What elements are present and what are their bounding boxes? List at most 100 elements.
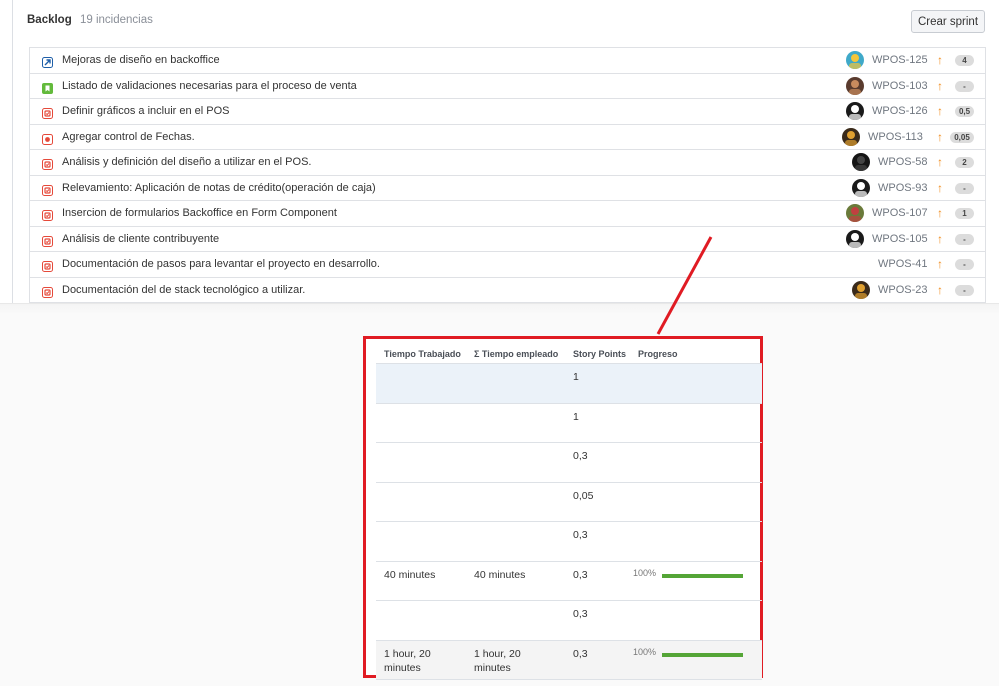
- task-icon: [42, 285, 53, 298]
- estimate-badge: -: [955, 233, 974, 245]
- estimate-badge: 0,05: [950, 131, 974, 143]
- assignee-avatar[interactable]: [852, 178, 870, 197]
- cell-story-points: 1: [573, 410, 579, 423]
- cell-story-points: 0,3: [573, 608, 588, 620]
- screen-separator: [0, 303, 999, 313]
- task-icon: [42, 208, 53, 221]
- issue-summary[interactable]: Documentación de pasos para levantar el …: [62, 258, 380, 270]
- assignee-avatar[interactable]: [842, 127, 860, 146]
- estimate-badge: -: [955, 284, 974, 296]
- task-icon: [42, 234, 53, 247]
- task-icon: [42, 106, 53, 119]
- table-row[interactable]: 1 hour, 20 minutes 1 hour, 20 minutes 0,3 1…: [376, 640, 762, 680]
- issue-summary[interactable]: Agregar control de Fechas.: [62, 131, 195, 143]
- cell-story-points: 0,3: [573, 647, 588, 660]
- issue-key[interactable]: WPOS-126: [872, 105, 928, 117]
- progress-bar: [662, 652, 743, 657]
- estimate-badge: -: [955, 80, 974, 92]
- issue-key[interactable]: WPOS-103: [872, 80, 928, 92]
- estimate-badge: -: [955, 182, 974, 194]
- assignee-avatar[interactable]: [846, 76, 864, 95]
- issue-summary[interactable]: Análisis de cliente contribuyente: [62, 233, 219, 245]
- cell-story-points: 1: [573, 371, 579, 383]
- table-row[interactable]: 1: [376, 364, 762, 404]
- priority-arrow-icon: ↑: [937, 231, 943, 246]
- issue-row[interactable]: Insercion de formularios Backoffice en F…: [29, 201, 986, 227]
- assignee-avatar[interactable]: [852, 153, 870, 171]
- issue-summary[interactable]: Insercion de formularios Backoffice en F…: [62, 207, 337, 219]
- progress-bar-fill: [662, 573, 743, 578]
- table-row[interactable]: 0,05: [376, 483, 762, 522]
- issue-row[interactable]: Relevamiento: Aplicación de notas de cré…: [29, 175, 986, 201]
- table-row[interactable]: 40 minutes 40 minutes 0,3 100%: [376, 562, 762, 601]
- assignee-avatar[interactable]: [846, 229, 864, 248]
- issue-summary[interactable]: Mejoras de diseño en backoffice: [62, 54, 220, 66]
- issue-list: Mejoras de diseño en backoffice WPOS-125 ↑…: [29, 47, 986, 311]
- header-progreso[interactable]: Progreso: [638, 349, 678, 359]
- backlog-title: Backlog: [27, 14, 72, 26]
- header-tiempo-trabajado[interactable]: Tiempo Trabajado: [384, 349, 461, 359]
- assignee-avatar[interactable]: [846, 204, 864, 222]
- issue-row[interactable]: Agregar control de Fechas. WPOS-113 ↑ 0,05: [29, 124, 986, 150]
- cell-tiempo-trabajado: 1 hour, 20 minutes: [384, 647, 431, 675]
- issue-summary[interactable]: Relevamiento: Aplicación de notas de cré…: [62, 182, 376, 194]
- cell-tiempo-trabajado: 40 minutes: [384, 568, 436, 581]
- estimate-badge: 2: [955, 157, 974, 168]
- task-icon: [42, 157, 53, 170]
- issue-key[interactable]: WPOS-58: [878, 156, 928, 168]
- table-header-row: Tiempo Trabajado Σ Tiempo empleado Story…: [376, 343, 762, 364]
- backlog-issue-count: 19 incidencias: [79, 14, 153, 26]
- story-icon: [42, 81, 53, 94]
- issue-key[interactable]: WPOS-23: [878, 284, 928, 296]
- task-icon: [42, 259, 53, 272]
- issue-summary[interactable]: Definir gráficos a incluir en el POS: [62, 105, 230, 117]
- priority-arrow-icon: ↑: [937, 104, 943, 118]
- panel-divider: [12, 0, 13, 303]
- issue-row[interactable]: Listado de validaciones necesarias para …: [29, 73, 986, 99]
- issue-key[interactable]: WPOS-125: [872, 54, 928, 66]
- issue-summary[interactable]: Documentación del de stack tecnológico a…: [62, 284, 305, 296]
- table-row[interactable]: 0,3: [376, 443, 762, 483]
- cell-story-points: 0,3: [573, 529, 588, 541]
- backlog-panel: Backlog 19 incidencias Crear sprint Mejo…: [0, 0, 999, 313]
- header-tiempo-empleado[interactable]: Σ Tiempo empleado: [474, 349, 558, 359]
- priority-arrow-icon: ↑: [937, 180, 943, 195]
- create-sprint-button[interactable]: Crear sprint: [911, 10, 985, 33]
- cell-story-points: 0,05: [573, 489, 594, 502]
- issue-row[interactable]: Análisis y definición del diseño a utili…: [29, 150, 986, 176]
- assignee-avatar[interactable]: [852, 280, 870, 299]
- progress-percent: 100%: [633, 646, 657, 657]
- issue-row[interactable]: Documentación del de stack tecnológico a…: [29, 277, 986, 303]
- estimate-badge: 4: [955, 55, 974, 66]
- issue-summary[interactable]: Análisis y definición del diseño a utili…: [62, 156, 311, 168]
- issue-row[interactable]: Análisis de cliente contribuyente WPOS-10…: [29, 226, 986, 252]
- task-icon: [42, 183, 53, 196]
- table-row[interactable]: 0,3: [376, 601, 762, 641]
- assignee-avatar[interactable]: [846, 51, 864, 69]
- improvement-icon: [42, 55, 53, 68]
- progress-bar-fill: [662, 652, 743, 657]
- issue-key[interactable]: WPOS-93: [878, 182, 928, 194]
- issue-summary[interactable]: Listado de validaciones necesarias para …: [62, 80, 357, 92]
- table-body: 1 1 0,3 0,05 0,3 40 minutes 40 minutes 0,3 100% 0…: [376, 364, 762, 680]
- priority-arrow-icon: ↑: [937, 53, 943, 67]
- estimate-badge: 1: [955, 208, 974, 219]
- issue-row[interactable]: Documentación de pasos para levantar el …: [29, 252, 986, 278]
- issue-key[interactable]: WPOS-107: [872, 207, 928, 219]
- table-row[interactable]: 0,3: [376, 522, 762, 562]
- table-row[interactable]: 1: [376, 404, 762, 443]
- priority-arrow-icon: ↑: [937, 129, 943, 144]
- assignee-avatar[interactable]: [846, 102, 864, 120]
- progress-bar: [662, 573, 743, 578]
- issue-row[interactable]: Mejoras de diseño en backoffice WPOS-125 ↑…: [29, 48, 986, 74]
- issue-key[interactable]: WPOS-41: [878, 258, 928, 270]
- issue-key[interactable]: WPOS-105: [872, 233, 928, 245]
- detail-table: Tiempo Trabajado Σ Tiempo empleado Story…: [376, 343, 762, 680]
- priority-arrow-icon: ↑: [937, 78, 943, 93]
- issue-key[interactable]: WPOS-113: [868, 131, 923, 143]
- estimate-badge: 0,5: [955, 106, 974, 117]
- header-story-points[interactable]: Story Points: [573, 349, 626, 359]
- issue-row[interactable]: Definir gráficos a incluir en el POS WPOS…: [29, 99, 986, 125]
- priority-arrow-icon: ↑: [937, 155, 943, 169]
- cell-tiempo-empleado: 40 minutes: [474, 568, 526, 581]
